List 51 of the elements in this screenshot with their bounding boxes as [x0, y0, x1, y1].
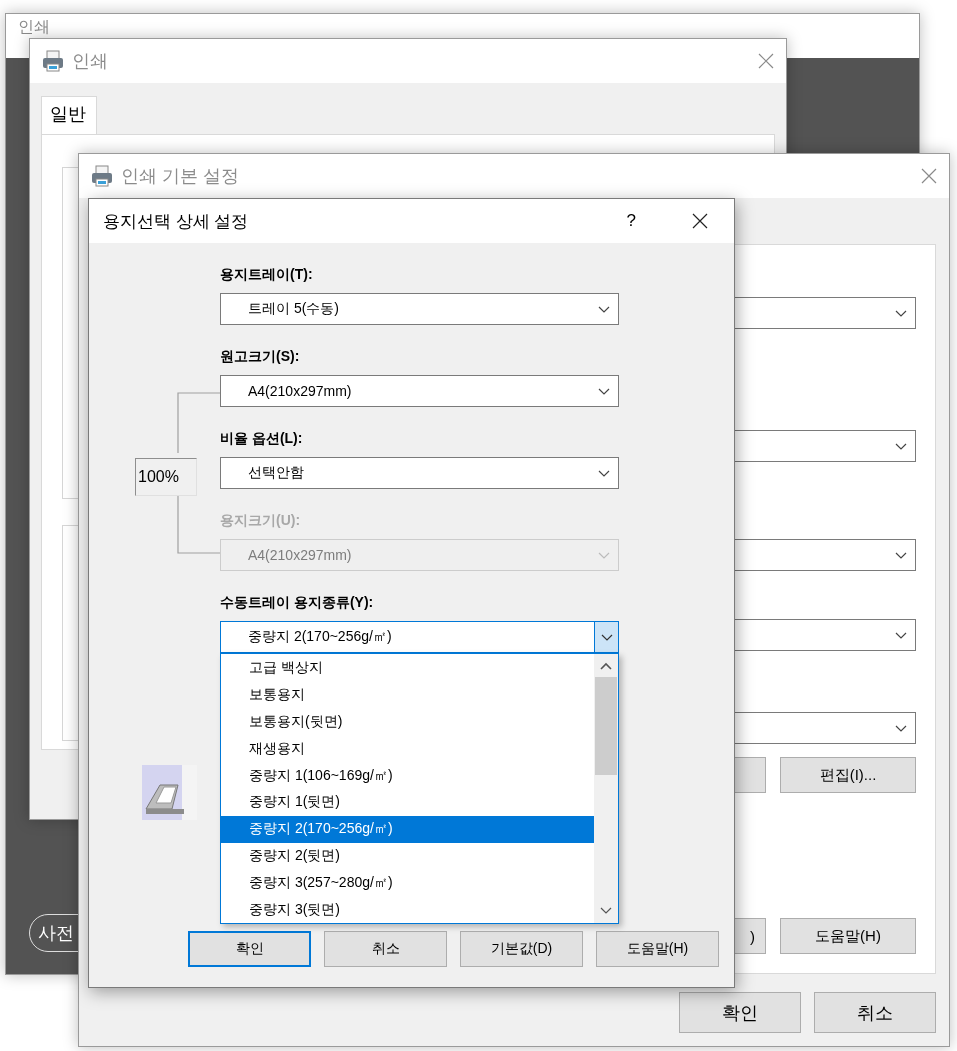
list-option[interactable]: 중량지 1(106~169g/㎡) [221, 762, 594, 789]
dropdown[interactable]: A4(210x297mm) [220, 375, 619, 407]
chevron-down-icon [895, 630, 907, 640]
button[interactable]: 취소 [324, 931, 447, 967]
button[interactable]: 도움말(H) [780, 918, 916, 954]
list-option[interactable]: 중량지 2(뒷면) [221, 842, 594, 870]
chevron-down-icon [598, 468, 610, 478]
printer-icon [91, 165, 113, 187]
chevron-down-icon [895, 550, 907, 560]
window-title: 인쇄 [72, 50, 108, 73]
close-icon[interactable] [692, 213, 708, 229]
window-title: 용지선택 상세 설정 [103, 210, 249, 233]
list-option[interactable]: 중량지 1(뒷면) [221, 789, 594, 816]
button[interactable]: 도움말(H) [596, 931, 719, 967]
chevron-down-icon [598, 550, 610, 560]
list-option[interactable]: 보통용지(뒷면) [221, 708, 594, 736]
chevron-down-icon [598, 386, 610, 396]
list-option[interactable]: 보통용지 [221, 681, 594, 709]
dropdown-button[interactable] [594, 622, 618, 652]
field-label: 비율 옵션(L): [220, 429, 303, 447]
button[interactable]: 확인 [188, 931, 311, 967]
chevron-down-icon [600, 906, 612, 915]
chevron-up-icon [600, 662, 612, 671]
button[interactable]: 편집(I)... [780, 757, 916, 793]
window-title: 인쇄 기본 설정 [121, 165, 239, 188]
help-button[interactable]: ? [626, 211, 636, 231]
chevron-down-icon [895, 308, 907, 318]
paper-tray-icon [142, 765, 197, 820]
scrollbar[interactable] [594, 654, 618, 923]
chevron-down-icon [600, 632, 613, 642]
button[interactable]: 취소 [814, 992, 936, 1033]
scale-field: 100% [135, 458, 197, 496]
field-label: 용지트레이(T): [220, 265, 313, 283]
list-option[interactable]: 중량지 3(257~280g/㎡) [221, 869, 594, 897]
printer-icon [42, 50, 64, 72]
button[interactable]: 기본값(D) [460, 931, 583, 967]
field-label: 용지크기(U): [220, 511, 301, 529]
list-option[interactable]: 중량지 2(170~256g/㎡) [221, 815, 594, 843]
button[interactable]: 확인 [679, 992, 801, 1033]
field-label: 원고크기(S): [220, 347, 300, 365]
chevron-down-icon [598, 304, 610, 314]
dropdown[interactable]: 트레이 5(수동) [220, 293, 619, 325]
chevron-down-icon [895, 441, 907, 451]
list-option[interactable]: 재생용지 [221, 735, 594, 763]
field-label: 수동트레이 용지종류(Y): [220, 593, 374, 611]
dropdown[interactable]: 선택안함 [220, 457, 619, 489]
list-option[interactable]: 고급 백상지 [221, 655, 594, 682]
tab[interactable]: 일반 [41, 96, 97, 134]
chevron-down-icon [895, 723, 907, 733]
list-option[interactable]: 중량지 3(뒷면) [221, 896, 594, 923]
window-title: 인쇄 [18, 18, 50, 36]
